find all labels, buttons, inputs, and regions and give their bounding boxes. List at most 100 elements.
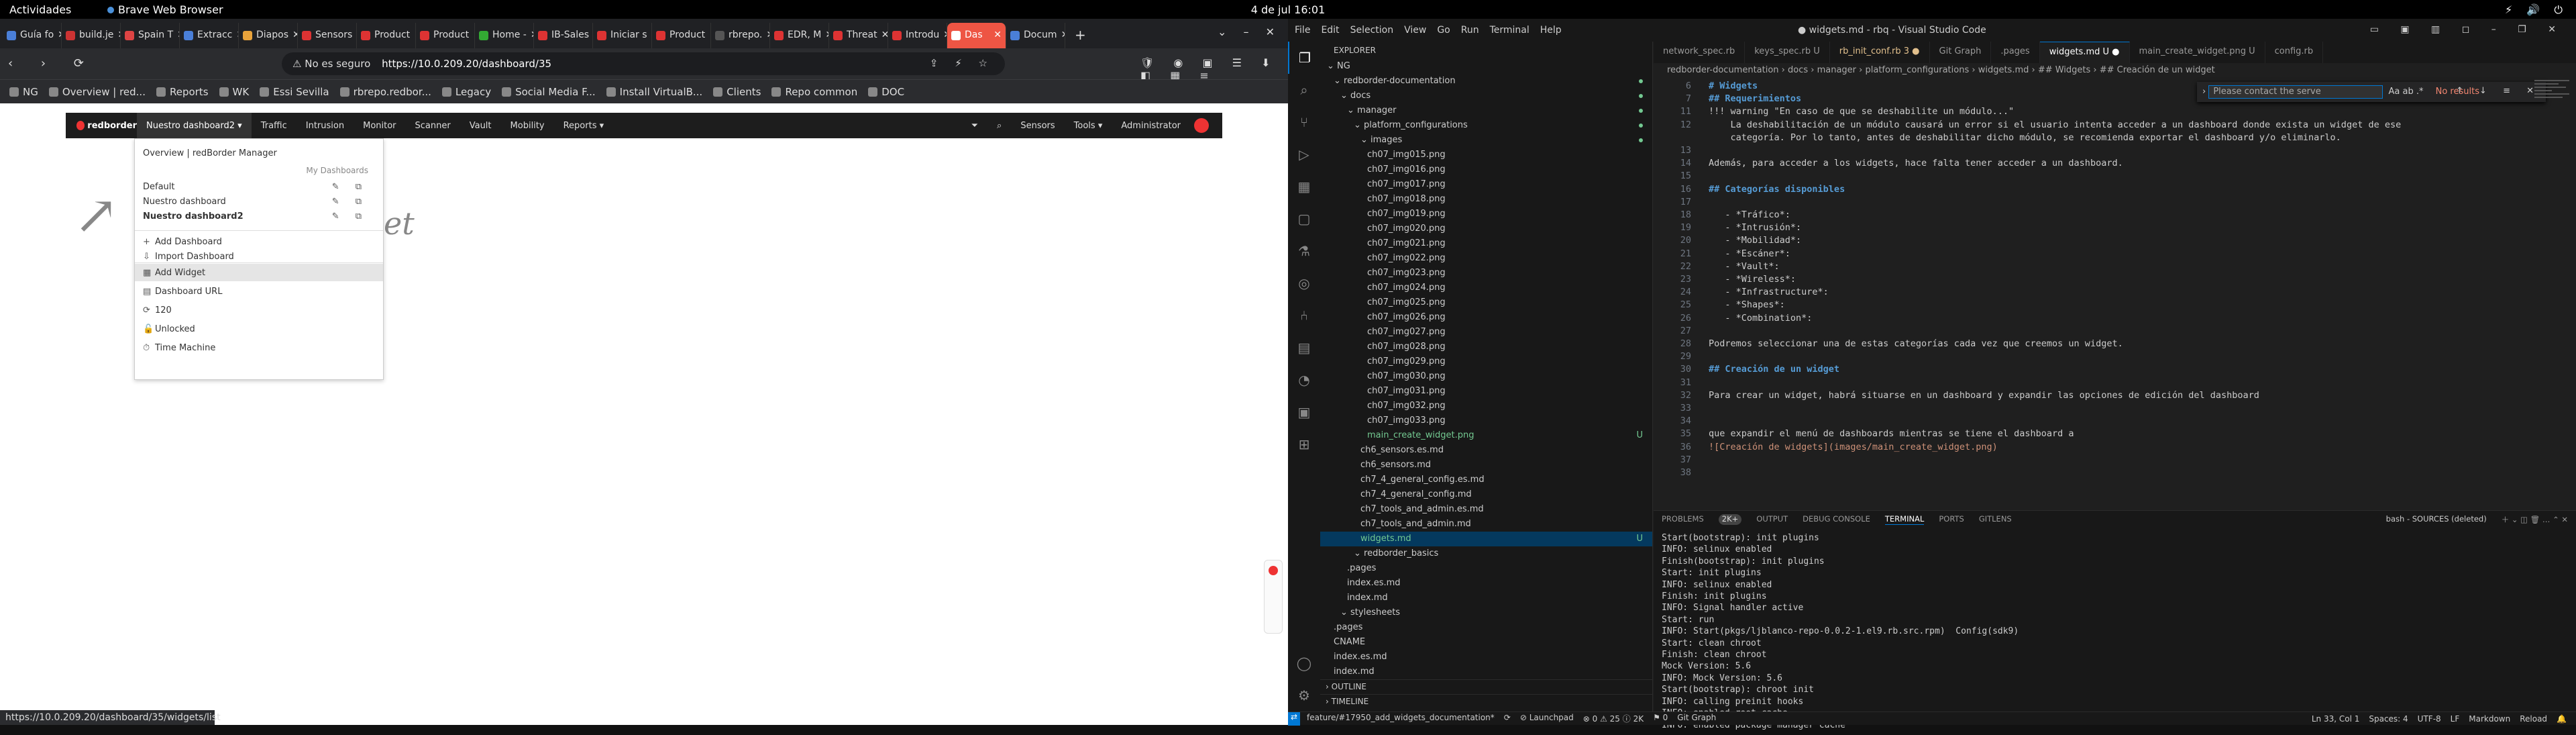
- close-icon[interactable]: ✕: [527, 30, 533, 40]
- close-icon[interactable]: ✕: [469, 30, 474, 40]
- folder-item[interactable]: ⌄ platform_configurations: [1320, 118, 1652, 133]
- insecure-warning[interactable]: ⚠ No es seguro: [292, 58, 370, 70]
- menu-edit[interactable]: Edit: [1321, 25, 1339, 36]
- window-controls[interactable]: ▭ ▣ ▥ ◻ – ❐ ✕: [2370, 24, 2565, 35]
- browser-tab[interactable]: IB-Sales✕: [534, 23, 593, 48]
- toggle-replace[interactable]: ›: [2202, 87, 2206, 97]
- status-item[interactable]: ⊗ 0 ⚠ 25 ⓘ 2K: [1583, 713, 1644, 724]
- close-icon[interactable]: ✕: [989, 30, 1002, 40]
- window-controls[interactable]: ⌄ – ✕: [1218, 26, 1281, 38]
- file-item[interactable]: ch6_sensors.md: [1320, 458, 1652, 473]
- file-item[interactable]: ch07_img025.png: [1320, 295, 1652, 310]
- menu-selection[interactable]: Selection: [1350, 25, 1394, 36]
- bookmark-item[interactable]: NG: [9, 86, 38, 98]
- system-tray[interactable]: ⚡ 🔊 ⏻: [2505, 3, 2568, 17]
- file-item[interactable]: ch07_img029.png: [1320, 354, 1652, 369]
- close-icon[interactable]: ✕: [410, 30, 415, 40]
- close-icon[interactable]: ✕: [173, 30, 179, 40]
- browser-tab[interactable]: Spain T✕: [121, 23, 180, 48]
- status-item[interactable]: feature/#17950_add_widgets_documentation…: [1307, 713, 1495, 724]
- action-item[interactable]: ⟳ 120: [135, 301, 383, 319]
- filter-icon[interactable]: ⏷: [962, 121, 987, 131]
- nav-scanner[interactable]: Scanner: [406, 121, 460, 131]
- dashboard-menu[interactable]: Nuestro dashboard2 ▾: [137, 113, 252, 138]
- editor-tab[interactable]: Git Graph: [1930, 42, 1992, 63]
- file-item[interactable]: ch07_img019.png: [1320, 207, 1652, 222]
- editor-tab[interactable]: config.rb: [2265, 42, 2324, 63]
- file-item[interactable]: index.md: [1320, 591, 1652, 605]
- bookmark-item[interactable]: Legacy: [441, 86, 491, 98]
- edit-copy-icons[interactable]: ✎ ⧉: [332, 182, 368, 192]
- account-icon[interactable]: ◯: [1288, 647, 1320, 679]
- feedback-side-tab[interactable]: [1264, 560, 1283, 634]
- action-item[interactable]: ▦ Add Widget: [135, 264, 383, 281]
- nav-admin[interactable]: Administrator: [1112, 121, 1190, 131]
- bookmark-item[interactable]: Overview | red...: [48, 86, 146, 98]
- bookmark-item[interactable]: WK: [219, 86, 249, 98]
- terminal-output[interactable]: Start(bootstrap): init plugins INFO: seli…: [1654, 528, 2576, 735]
- close-icon[interactable]: ✕: [1057, 30, 1065, 40]
- browser-tab[interactable]: rbrepo.✕: [711, 23, 770, 48]
- nav-sensors[interactable]: Sensors: [1011, 121, 1064, 131]
- file-item[interactable]: ch07_img026.png: [1320, 310, 1652, 325]
- status-item[interactable]: Spaces: 4: [2369, 714, 2408, 724]
- nav-intrusion[interactable]: Intrusion: [297, 121, 354, 131]
- file-item[interactable]: ch07_img023.png: [1320, 266, 1652, 281]
- browser-tab[interactable]: Sensors✕: [298, 23, 357, 48]
- panel-tab[interactable]: PROBLEMS: [1662, 514, 1704, 525]
- file-item[interactable]: ch07_img021.png: [1320, 236, 1652, 251]
- bookmark-item[interactable]: DOC: [868, 86, 904, 98]
- file-item[interactable]: CNAME: [1320, 635, 1652, 650]
- folder-item[interactable]: ⌄ manager: [1320, 103, 1652, 118]
- find-buttons[interactable]: ↑ ↓ ≡ ✕: [2456, 86, 2540, 96]
- bookmark-item[interactable]: Essi Sevilla: [260, 86, 329, 98]
- bookmark-item[interactable]: rbrepo.redbor...: [339, 86, 431, 98]
- folder-item[interactable]: ⌄ images: [1320, 133, 1652, 148]
- file-item[interactable]: ch07_img032.png: [1320, 399, 1652, 413]
- status-item[interactable]: ⟳: [1504, 713, 1511, 724]
- close-icon[interactable]: ✕: [821, 30, 828, 40]
- close-icon[interactable]: ✕: [232, 30, 238, 40]
- browser-tab[interactable]: Product✕: [416, 23, 475, 48]
- status-item[interactable]: Markdown: [2469, 714, 2510, 724]
- file-item[interactable]: index.md: [1320, 665, 1652, 679]
- close-icon[interactable]: ✕: [705, 30, 710, 40]
- close-icon[interactable]: ✕: [54, 30, 61, 40]
- remote-indicator[interactable]: ⇄: [1288, 712, 1300, 726]
- browser-tab[interactable]: Product✕: [652, 23, 711, 48]
- file-item[interactable]: ch07_img024.png: [1320, 281, 1652, 295]
- file-item[interactable]: ch07_img015.png: [1320, 148, 1652, 162]
- close-icon[interactable]: ✕: [939, 30, 947, 40]
- file-item[interactable]: index.es.md: [1320, 650, 1652, 665]
- status-item[interactable]: Git Graph: [1677, 713, 1716, 724]
- find-input[interactable]: Please contact the serve: [2208, 85, 2383, 99]
- browser-tab[interactable]: Threat✕: [829, 23, 888, 48]
- file-item[interactable]: ch7_4_general_config.es.md: [1320, 473, 1652, 487]
- breadcrumb[interactable]: redborder-documentation › docs › manager…: [1654, 63, 2576, 78]
- editor-tab[interactable]: rb_init_conf.rb 3 ●: [1830, 42, 1930, 63]
- run-debug-icon[interactable]: ▷: [1288, 138, 1320, 170]
- file-item[interactable]: ch07_img027.png: [1320, 325, 1652, 340]
- bookmark-item[interactable]: Reports: [156, 86, 209, 98]
- git-graph-icon[interactable]: ⑃: [1288, 299, 1320, 332]
- file-item[interactable]: index.es.md: [1320, 576, 1652, 591]
- dashboard-item[interactable]: Nuestro dashboard ✎ ⧉: [143, 197, 378, 211]
- remote-explorer-icon[interactable]: ▢: [1288, 203, 1320, 235]
- database-icon[interactable]: ◔: [1288, 364, 1320, 396]
- panel-tab[interactable]: OUTPUT: [1756, 514, 1788, 525]
- file-item[interactable]: ch07_img016.png: [1320, 162, 1652, 177]
- menu-go[interactable]: Go: [1437, 25, 1450, 36]
- bookmark-item[interactable]: Social Media F...: [502, 86, 596, 98]
- clock[interactable]: 4 de jul 16:01: [1241, 3, 1335, 16]
- source-control-icon[interactable]: ⑂: [1288, 106, 1320, 138]
- folder-item[interactable]: ⌄ redborder_basics: [1320, 546, 1652, 561]
- file-item[interactable]: .pages: [1320, 620, 1652, 635]
- ports-icon[interactable]: ⊞: [1288, 428, 1320, 460]
- testing-icon[interactable]: ⚗: [1288, 235, 1320, 267]
- editor-tab[interactable]: widgets.md U ●: [2039, 42, 2130, 63]
- bookmark-item[interactable]: Install VirtualB...: [606, 86, 702, 98]
- file-item[interactable]: ch7_4_general_config.md: [1320, 487, 1652, 502]
- folder-item[interactable]: ⌄ NG: [1320, 59, 1652, 74]
- nav-reports[interactable]: Reports ▾: [554, 121, 614, 131]
- dashboard-item[interactable]: Nuestro dashboard2 ✎ ⧉: [143, 211, 378, 226]
